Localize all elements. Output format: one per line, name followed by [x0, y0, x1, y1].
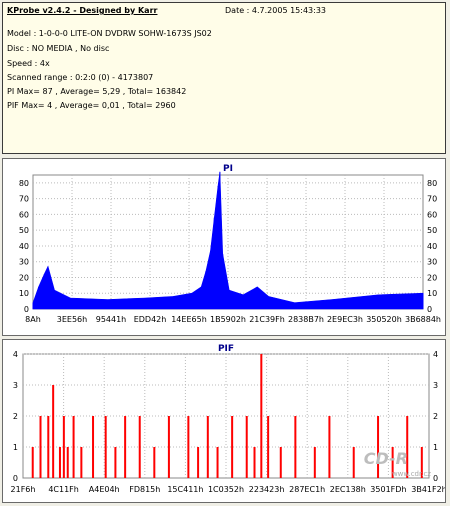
pif-x-tick-label: 15C411h [167, 485, 203, 494]
scan-speed: Speed : 4x [7, 59, 50, 68]
pif-bar [114, 447, 117, 478]
pif-x-tick-label: 2EC138h [330, 485, 366, 494]
pi-y-tick-left: 30 [19, 258, 29, 267]
pif-x-tick-label: 287EC1h [289, 485, 325, 494]
pi-y-tick-right: 20 [427, 273, 437, 282]
pi-x-tick-label: 2838B7h [288, 315, 324, 324]
pi-x-tick-label: 2E9EC3h [327, 315, 363, 324]
pif-bar [72, 416, 75, 478]
pif-bar [352, 447, 355, 478]
pi-x-tick-label: 1B5902h [210, 315, 246, 324]
pi-y-tick-right: 80 [427, 179, 437, 188]
pif-y-tick-left: 2 [13, 412, 18, 421]
pif-bar [253, 447, 256, 478]
pif-bar [197, 447, 200, 478]
pif-x-tick-label: 223423h [249, 485, 285, 494]
pi-x-tick-label: 8Ah [25, 315, 41, 324]
pif-bar [66, 447, 69, 478]
pif-y-tick-right: 0 [433, 474, 438, 483]
pi-y-tick-right: 50 [427, 226, 437, 235]
pif-bar [47, 416, 50, 478]
pif-bar [328, 416, 331, 478]
pif-y-tick-left: 0 [13, 474, 18, 483]
pi-chart: PI 0 0 10 10 20 20 30 30 40 40 50 50 60 60 70 70 80 80 8Ah 3… [19, 164, 441, 324]
pi-y-tick-left: 50 [19, 226, 29, 235]
pif-y-tick-left: 1 [13, 443, 18, 452]
drive-model: Model : 1-0-0-0 LITE-ON DVDRW SOHW-1673S… [7, 29, 212, 38]
pif-bar [377, 416, 380, 478]
pif-bar [104, 416, 107, 478]
scan-date: Date : 4.7.2005 15:43:33 [225, 6, 326, 15]
pif-bar [80, 447, 83, 478]
pi-y-tick-right: 10 [427, 289, 437, 298]
pi-y-tick-left: 80 [19, 179, 29, 188]
pif-x-tick-label: 3501FDh [370, 485, 406, 494]
pi-x-tick-label: 21C39Fh [249, 315, 285, 324]
pif-bar [231, 416, 234, 478]
app-title: KProbe v2.4.2 - Designed by Karr [7, 6, 158, 15]
pif-bar [39, 416, 42, 478]
pi-y-tick-right: 60 [427, 210, 437, 219]
pi-x-tick-label: EDD42h [134, 315, 167, 324]
watermark-url: www.cdr.cz [392, 470, 431, 478]
pif-x-tick-label: 21F6h [11, 485, 36, 494]
pif-summary: PIF Max= 4 , Average= 0,01 , Total= 2960 [7, 101, 176, 110]
pi-chart-title: PI [223, 164, 233, 174]
pi-y-tick-left: 70 [19, 195, 29, 204]
pi-summary: PI Max= 87 , Average= 5,29 , Total= 1638… [7, 87, 187, 96]
pi-y-tick-left: 10 [19, 289, 29, 298]
pif-y-tick-right: 2 [433, 412, 438, 421]
pif-y-tick-right: 4 [433, 350, 438, 359]
info-panel: KProbe v2.4.2 - Designed by Karr Date : … [2, 2, 446, 154]
pi-x-tick-label: 3EE56h [57, 315, 87, 324]
pif-y-tick-left: 4 [13, 350, 18, 359]
pif-bar [92, 416, 95, 478]
pif-bar [245, 416, 248, 478]
pif-bar [52, 385, 55, 478]
pi-y-tick-left: 40 [19, 242, 29, 251]
pif-bar [62, 416, 65, 478]
pif-bar [260, 354, 263, 478]
scanned-range: Scanned range : 0:2:0 (0) - 4173807 [7, 73, 154, 82]
pif-bar [153, 447, 156, 478]
pif-x-tick-label: 3B41F2h [411, 485, 445, 494]
pif-bar [406, 416, 409, 478]
pif-bar [267, 416, 270, 478]
pif-bar [313, 447, 316, 478]
pif-bar [206, 416, 209, 478]
pif-bar [187, 416, 190, 478]
pi-y-tick-right: 70 [427, 195, 437, 204]
disc-info: Disc : NO MEDIA , No disc [7, 44, 110, 53]
pi-y-tick-left: 60 [19, 210, 29, 219]
pif-bar [167, 416, 170, 478]
pif-bar [58, 447, 61, 478]
pi-x-tick-label: 14EE65h [171, 315, 207, 324]
pif-x-tick-label: 4C11Fh [48, 485, 79, 494]
pi-x-tick-label: 3B6884h [405, 315, 441, 324]
pif-bar [294, 416, 297, 478]
pif-chart: PIF 0 0 1 1 2 2 3 3 4 4 21F6h 4C11Fh A4E04h FD815h 15C4… [11, 344, 447, 494]
pi-y-tick-right: 30 [427, 258, 437, 267]
pif-x-tick-label: A4E04h [89, 485, 120, 494]
pi-x-tick-label: 95441h [96, 315, 127, 324]
pif-bar [31, 447, 34, 478]
pif-bar [216, 447, 219, 478]
pif-bar [138, 416, 141, 478]
pif-x-tick-label: FD815h [129, 485, 160, 494]
pif-x-tick-label: 1C0352h [208, 485, 244, 494]
pi-x-tick-label: 350520h [366, 315, 402, 324]
watermark-logo: CD-R [364, 449, 408, 468]
pi-y-tick-left: 0 [24, 305, 29, 314]
pif-chart-panel: PIF 0 0 1 1 2 2 3 3 4 4 21F6h 4C11Fh A4E04h FD815h 15C4… [2, 339, 447, 503]
pif-bar [279, 447, 282, 478]
pif-y-tick-right: 1 [433, 443, 438, 452]
pif-y-tick-left: 3 [13, 381, 18, 390]
pif-bar [124, 416, 127, 478]
pi-chart-panel: PI 0 0 10 10 20 20 30 30 40 40 50 50 60 60 70 70 80 80 8Ah 3… [2, 158, 446, 336]
pi-y-tick-right: 40 [427, 242, 437, 251]
pi-y-tick-left: 20 [19, 273, 29, 282]
pi-y-tick-right: 0 [427, 305, 432, 314]
pif-y-tick-right: 3 [433, 381, 438, 390]
pif-chart-title: PIF [218, 344, 234, 354]
